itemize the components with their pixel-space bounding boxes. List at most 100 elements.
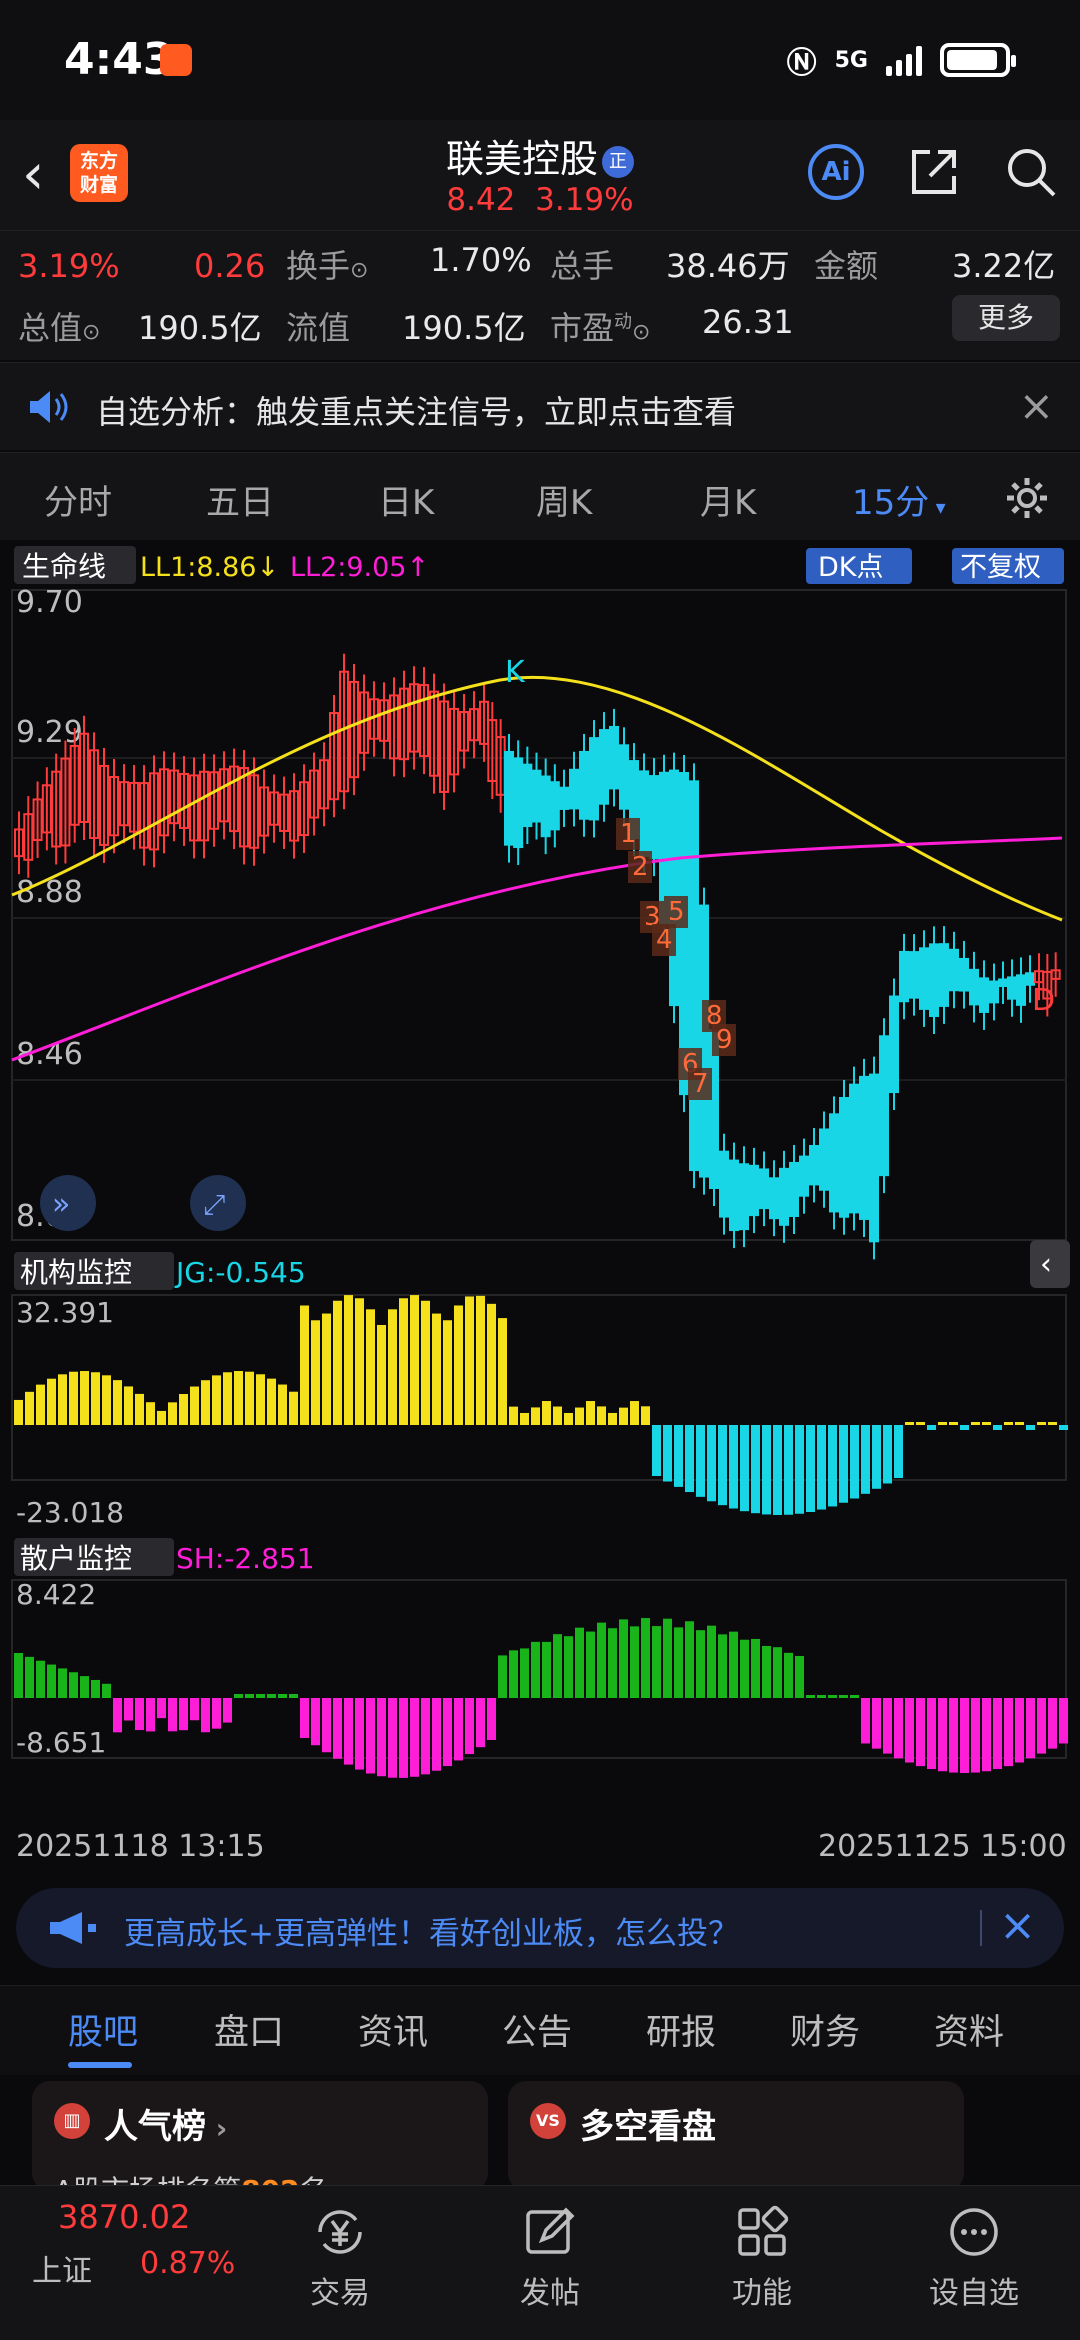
nav-post[interactable]: 发帖 xyxy=(470,2204,630,2312)
jg-bar xyxy=(883,1425,892,1484)
period-tabs: 分时 五日 日K 周K 月K 15分 ▾ xyxy=(0,452,1080,540)
popularity-card[interactable]: ▥ 人气榜 › A股市场排名第802名 xyxy=(32,2081,488,2207)
sh-bar xyxy=(146,1698,155,1732)
analysis-notice[interactable]: 自选分析：触发重点关注信号，立即点击查看 × xyxy=(0,362,1080,450)
candle-body xyxy=(549,781,560,831)
jg-bar xyxy=(938,1422,947,1425)
sh-bar xyxy=(14,1653,23,1698)
tab-finance[interactable]: 财务 xyxy=(790,2004,860,2055)
tab-research[interactable]: 研报 xyxy=(646,2004,716,2055)
sh-bar xyxy=(685,1621,694,1698)
tab-announcements[interactable]: 公告 xyxy=(502,2004,572,2055)
quote-panel: 3.19% 0.26 换手⊙ 1.70% 总手 38.46万 金额 3.22亿 … xyxy=(0,230,1080,360)
sh-bar xyxy=(531,1641,540,1698)
bull-bear-card[interactable]: VS 多空看盘 xyxy=(508,2081,964,2191)
sh-bar xyxy=(872,1698,881,1749)
sh-bar xyxy=(718,1634,727,1698)
sh-value: SH:-2.851 xyxy=(176,1542,315,1575)
candle-body xyxy=(809,1144,819,1186)
tab-daily[interactable]: 日K xyxy=(378,475,434,524)
candle-body xyxy=(649,775,659,860)
tab-weekly[interactable]: 周K xyxy=(536,475,592,524)
tab-profile[interactable]: 资料 xyxy=(934,2004,1004,2055)
candle-body xyxy=(569,768,579,810)
kline-chart-svg[interactable]: 9.709.298.888.468.05生命线LL1:8.86↓LL2:9.05… xyxy=(0,540,1080,1870)
jg-bar xyxy=(916,1422,925,1425)
candle-body xyxy=(719,1150,729,1218)
sh-name: 散户监控 xyxy=(20,1542,132,1575)
seq-label: 7 xyxy=(692,1069,709,1099)
tab-news[interactable]: 资讯 xyxy=(358,2004,428,2055)
candle-body xyxy=(849,1083,859,1214)
more-circle-icon xyxy=(950,2208,998,2256)
chevron-right-icon: › xyxy=(206,2112,228,2145)
stock-name: 联美控股 xyxy=(445,137,598,181)
tab-monthly[interactable]: 月K xyxy=(700,475,756,524)
sh-bar xyxy=(861,1698,870,1744)
gear-icon[interactable] xyxy=(1004,475,1050,521)
jg-bar xyxy=(399,1298,408,1425)
ll2-value: LL2:9.05↑ xyxy=(290,552,429,583)
jg-bar xyxy=(498,1318,507,1425)
jg-bar xyxy=(696,1425,705,1497)
jg-bar xyxy=(850,1425,859,1499)
share-icon[interactable] xyxy=(908,146,960,198)
status-icons: Ⓝ 5G xyxy=(786,38,1016,82)
search-icon[interactable] xyxy=(1004,145,1058,199)
close-icon[interactable]: × xyxy=(1019,381,1054,430)
candle-body xyxy=(909,951,919,999)
tab-fenshi[interactable]: 分时 xyxy=(44,475,112,524)
kline-chart-area[interactable]: 9.709.298.888.468.05生命线LL1:8.86↓LL2:9.05… xyxy=(0,540,1080,1870)
nav-functions[interactable]: 功能 xyxy=(682,2204,842,2312)
sh-bar xyxy=(795,1655,804,1698)
ad-banner[interactable]: 更高成长+更高弹性！看好创业板，怎么投？ × xyxy=(16,1888,1064,1968)
jg-bar xyxy=(476,1295,485,1425)
pe-label[interactable]: 市盈动⊙ xyxy=(550,303,650,349)
candle-body xyxy=(799,1155,809,1197)
sh-bar xyxy=(938,1698,947,1772)
nav-trade[interactable]: 交易 xyxy=(260,2204,420,2312)
ai-assistant-button[interactable]: Ai xyxy=(808,144,864,200)
sh-bar xyxy=(663,1618,672,1698)
bottom-nav: 3870.02 上证 0.87% 交易 发帖 功能 设自选 xyxy=(0,2185,1080,2340)
sh-bar xyxy=(1015,1698,1024,1763)
candle-body xyxy=(759,1168,769,1210)
index-name: 上证 xyxy=(32,2254,92,2289)
ad-separator xyxy=(980,1910,982,1946)
candle-body xyxy=(829,1113,839,1213)
nfc-icon: Ⓝ xyxy=(786,46,817,81)
mcap-label[interactable]: 总值⊙ xyxy=(18,303,100,349)
sh-bar xyxy=(58,1668,67,1698)
jg-bar xyxy=(278,1384,287,1425)
jg-bar xyxy=(190,1386,199,1425)
tab-pankou[interactable]: 盘口 xyxy=(214,2004,284,2055)
sh-bar xyxy=(762,1645,771,1698)
tab-15min[interactable]: 15分 ▾ xyxy=(852,475,946,524)
sh-bar xyxy=(333,1698,342,1759)
nav-set-watchlist[interactable]: 设自选 xyxy=(894,2204,1054,2312)
pe-value: 26.31 xyxy=(702,303,794,341)
sh-bar xyxy=(124,1698,133,1721)
megaphone-icon xyxy=(50,1912,96,1944)
signal-icon xyxy=(886,44,922,76)
sh-bar xyxy=(729,1631,738,1698)
sh-bar xyxy=(256,1694,265,1698)
more-button[interactable]: 更多 xyxy=(952,295,1060,341)
close-icon[interactable]: × xyxy=(999,1900,1036,1951)
sh-bar xyxy=(993,1698,1002,1770)
candle-body xyxy=(819,1128,829,1191)
candle-body xyxy=(769,1177,779,1220)
sh-bar xyxy=(608,1628,617,1698)
jg-bar xyxy=(674,1425,683,1487)
sh-bar xyxy=(421,1698,430,1775)
jg-bar xyxy=(1048,1422,1057,1425)
turnover-label[interactable]: 换手⊙ xyxy=(286,241,368,287)
sh-bar xyxy=(575,1627,584,1698)
sh-bar xyxy=(69,1672,78,1698)
tab-wuri[interactable]: 五日 xyxy=(206,475,274,524)
float-value: 190.5亿 xyxy=(402,309,526,347)
candle-body xyxy=(589,737,599,821)
tab-guba[interactable]: 股吧 xyxy=(68,2004,138,2055)
candle-body xyxy=(679,772,689,1096)
jg-bar xyxy=(102,1375,111,1425)
